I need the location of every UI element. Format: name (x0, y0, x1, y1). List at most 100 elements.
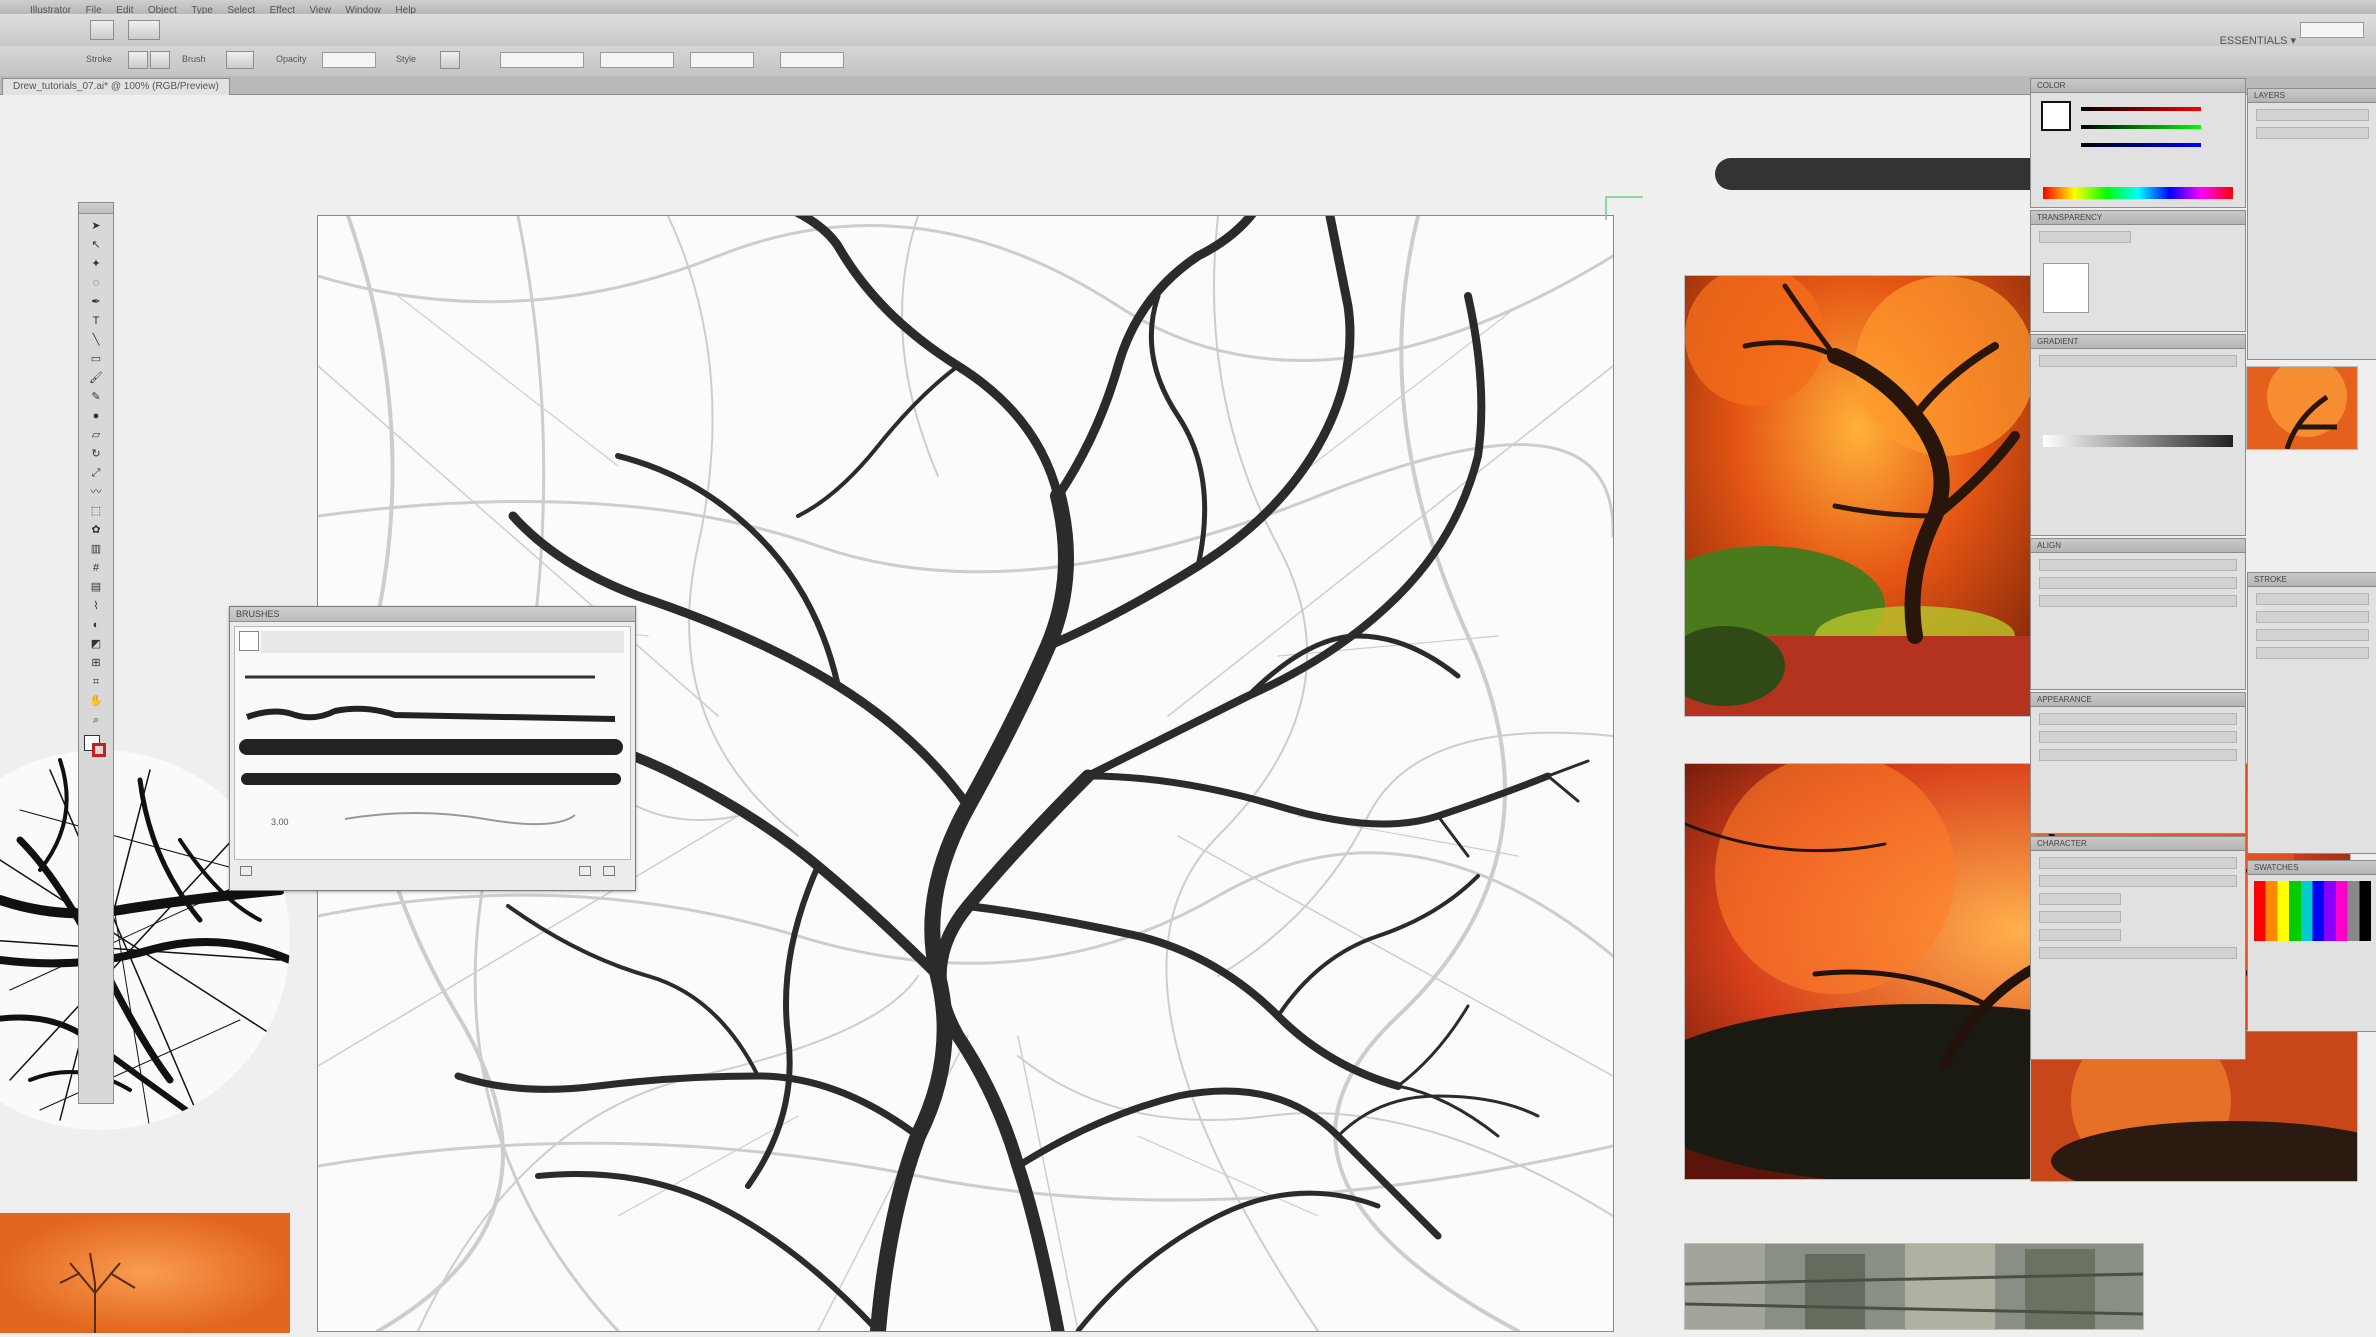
gradient-panel: GRADIENT (2030, 334, 2246, 536)
y-field[interactable] (600, 52, 674, 68)
selection-tool-icon[interactable]: ➤ (85, 219, 107, 233)
gradient-type-dropdown[interactable] (2039, 355, 2237, 367)
stroke-swatch[interactable] (128, 51, 148, 69)
blue-slider[interactable] (2081, 143, 2201, 147)
delete-brush-icon[interactable] (603, 866, 615, 876)
transparency-panel-title[interactable]: TRANSPARENCY (2031, 211, 2245, 225)
graph-tool-icon[interactable]: ▥ (85, 542, 107, 556)
language-dropdown[interactable] (2039, 947, 2237, 959)
font-family-dropdown[interactable] (2039, 857, 2237, 869)
new-brush-icon[interactable] (579, 866, 591, 876)
line-tool-icon[interactable]: ╲ (85, 333, 107, 347)
layer-row[interactable] (2256, 127, 2369, 139)
color-panel-title[interactable]: COLOR (2031, 79, 2245, 93)
align-objects-row[interactable] (2039, 559, 2237, 571)
blend-tool-icon[interactable]: ◐ (85, 618, 107, 632)
distribute-objects-row[interactable] (2039, 577, 2237, 589)
align-stroke-options[interactable] (2256, 647, 2369, 659)
character-panel: CHARACTER (2030, 836, 2246, 1060)
magic-wand-tool-icon[interactable]: ✦ (85, 257, 107, 271)
fill-stroke-proxy[interactable] (2041, 101, 2071, 131)
stroke-panel-title[interactable]: STROKE (2248, 573, 2376, 587)
layers-panel-title[interactable]: LAYERS (2248, 89, 2376, 103)
slice-tool-icon[interactable]: ⌗ (85, 675, 107, 689)
font-size-field[interactable] (2039, 893, 2121, 905)
opacity-mask-thumbnail[interactable] (2043, 263, 2089, 313)
opacity-label: Opacity (276, 54, 307, 64)
gradient-tool-icon[interactable]: ▤ (85, 580, 107, 594)
opacity-field[interactable] (322, 52, 376, 68)
brush-strokes-preview (239, 675, 623, 826)
green-slider[interactable] (2081, 125, 2201, 129)
x-field[interactable] (500, 52, 584, 68)
stroke-weight-field[interactable] (2256, 593, 2369, 605)
mesh-tool-icon[interactable]: # (85, 561, 107, 575)
brushes-panel-footer (234, 864, 631, 878)
layers-panel: LAYERS (2247, 88, 2376, 360)
type-tool-icon[interactable]: T (85, 314, 107, 328)
width-field[interactable] (690, 52, 754, 68)
paintbrush-tool-icon[interactable]: 🖌 (85, 371, 107, 385)
swatches-panel-title[interactable]: SWATCHES (2248, 861, 2376, 875)
font-style-dropdown[interactable] (2039, 875, 2237, 887)
blob-brush-tool-icon[interactable]: ● (85, 409, 107, 423)
swatch-grid[interactable] (2254, 881, 2371, 941)
eyedropper-tool-icon[interactable]: ⌇ (85, 599, 107, 613)
menu-bar: Illustrator File Edit Object Type Select… (0, 0, 2376, 16)
scale-tool-icon[interactable]: ⤢ (85, 466, 107, 480)
tools-panel-titlebar[interactable] (79, 203, 113, 214)
tracking-field[interactable] (2039, 929, 2121, 941)
brush-definition-dropdown[interactable] (226, 51, 254, 69)
appearance-panel-title[interactable]: APPEARANCE (2031, 693, 2245, 707)
brush-list-header (261, 631, 624, 653)
appearance-opacity-row[interactable] (2039, 749, 2237, 761)
appearance-stroke-row[interactable] (2039, 713, 2237, 725)
stroke-panel: STROKE (2247, 572, 2376, 854)
blend-mode-dropdown[interactable] (2039, 231, 2131, 243)
pen-tool-icon[interactable]: ✒ (85, 295, 107, 309)
style-label: Style (396, 54, 417, 64)
brush-libraries-icon[interactable] (240, 866, 252, 876)
symbol-sprayer-tool-icon[interactable]: ✿ (85, 523, 107, 537)
red-slider[interactable] (2081, 107, 2201, 111)
autumn-maple-photo-3 (2246, 366, 2358, 450)
lasso-tool-icon[interactable]: ◌ (85, 276, 107, 290)
cap-options[interactable] (2256, 611, 2369, 623)
brush-preview-icon[interactable] (239, 631, 259, 651)
brushes-panel-titlebar[interactable]: BRUSHES (230, 607, 635, 622)
warp-tool-icon[interactable]: 〰 (85, 485, 107, 499)
arrange-documents-button[interactable] (128, 20, 160, 40)
hand-tool-icon[interactable]: ✋ (85, 694, 107, 708)
color-spectrum[interactable] (2043, 187, 2233, 199)
appearance-fill-row[interactable] (2039, 731, 2237, 743)
leading-field[interactable] (2039, 911, 2121, 923)
align-panel-title[interactable]: ALIGN (2031, 539, 2245, 553)
document-tab[interactable]: Drew_tutorials_07.ai* @ 100% (RGB/Previe… (2, 78, 230, 95)
color-panel: COLOR (2030, 78, 2246, 208)
appearance-panel: APPEARANCE (2030, 692, 2246, 834)
pencil-tool-icon[interactable]: ✎ (85, 390, 107, 404)
eraser-tool-icon[interactable]: ▱ (85, 428, 107, 442)
help-search-field[interactable] (2300, 22, 2364, 38)
free-transform-tool-icon[interactable]: ⬚ (85, 504, 107, 518)
layer-row[interactable] (2256, 109, 2369, 121)
character-panel-title[interactable]: CHARACTER (2031, 837, 2245, 851)
gradient-panel-title[interactable]: GRADIENT (2031, 335, 2245, 349)
rectangle-tool-icon[interactable]: ▭ (85, 352, 107, 366)
align-panel: ALIGN (2030, 538, 2246, 690)
stroke-weight-stepper[interactable] (150, 51, 170, 69)
brush-list[interactable]: 3.00 (234, 626, 631, 860)
live-paint-tool-icon[interactable]: ◩ (85, 637, 107, 651)
bridge-button[interactable] (90, 20, 114, 40)
direct-selection-tool-icon[interactable]: ↖ (85, 238, 107, 252)
height-field[interactable] (780, 52, 844, 68)
rotate-tool-icon[interactable]: ↻ (85, 447, 107, 461)
zoom-tool-icon[interactable]: ⌕ (85, 713, 107, 727)
fill-stroke-swatches[interactable] (84, 735, 108, 759)
artboard-tool-icon[interactable]: ⊞ (85, 656, 107, 670)
gradient-slider[interactable] (2043, 435, 2233, 447)
distribute-spacing-row[interactable] (2039, 595, 2237, 607)
corner-options[interactable] (2256, 629, 2369, 641)
brush-stroke-sample[interactable] (1715, 158, 2045, 190)
style-dropdown[interactable] (440, 51, 460, 69)
